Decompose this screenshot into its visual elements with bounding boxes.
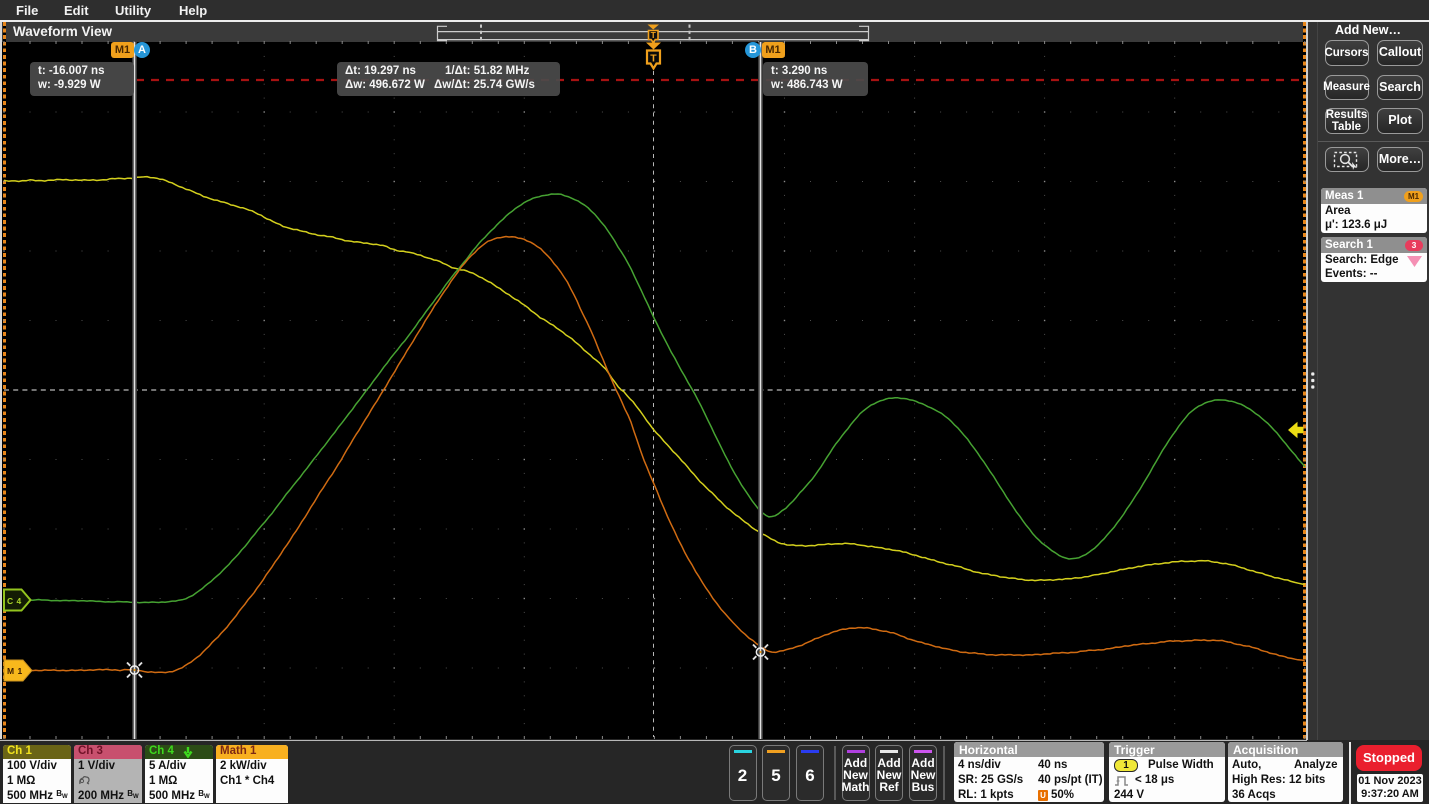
svg-text:C 4: C 4 [7,596,22,606]
svg-text:M 1: M 1 [7,666,23,676]
svg-text:T: T [651,30,657,40]
svg-text:T: T [650,53,657,65]
